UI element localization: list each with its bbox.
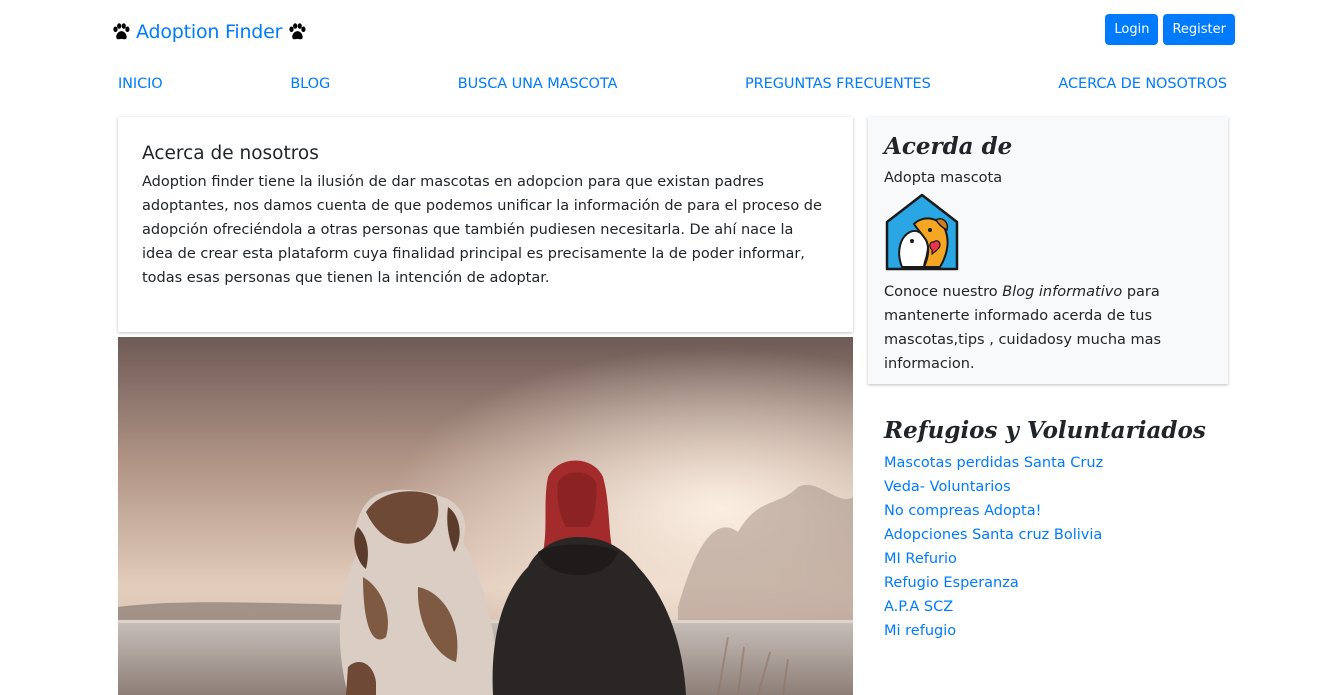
list-item: MI Refurio [884,546,1224,570]
sidebar-description: Conoce nuestro Blog informativo para man… [884,284,1162,372]
list-item: A.P.A SCZ [884,594,1224,618]
auth-buttons: Login Register [1105,14,1235,45]
nav-item-inicio[interactable]: INICIO [118,76,163,92]
paw-icon [113,23,130,40]
refugio-link[interactable]: Veda- Voluntarios [884,479,1011,495]
list-item: Refugio Esperanza [884,570,1224,594]
pet-house-logo-icon [885,193,959,271]
refugios-title: Refugios y Voluntariados [884,417,1206,444]
paw-icon [289,23,306,40]
sidebar-subtitle: Adopta mascota [884,170,1003,186]
nav-item-busca-mascota[interactable]: BUSCA UNA MASCOTA [458,76,618,92]
about-title: Acerca de nosotros [142,143,319,164]
about-sidebar-card: Acerda de Adopta mascota Conoce nuestro … [868,117,1228,384]
about-card: Acerca de nosotros Adoption finder tiene… [118,117,853,332]
refugio-link[interactable]: Mi refugio [884,623,956,639]
list-item: Veda- Voluntarios [884,474,1224,498]
brand-title: Adoption Finder [136,21,283,43]
login-button[interactable]: Login [1105,14,1159,45]
list-item: Mi refugio [884,618,1224,642]
brand-logo[interactable]: Adoption Finder [110,21,308,43]
refugio-link[interactable]: Mascotas perdidas Santa Cruz [884,455,1103,471]
blog-informativo-text: Blog informativo [1002,284,1123,300]
refugio-link[interactable]: MI Refurio [884,551,957,567]
dog-and-woman-image [118,337,853,695]
nav-item-preguntas-frecuentes[interactable]: PREGUNTAS FRECUENTES [745,76,931,92]
about-body: Adoption finder tiene la ilusión de dar … [142,174,822,286]
list-item: Mascotas perdidas Santa Cruz [884,450,1224,474]
refugios-list: Mascotas perdidas Santa Cruz Veda- Volun… [884,450,1224,642]
refugio-link[interactable]: A.P.A SCZ [884,599,953,615]
list-item: Adopciones Santa cruz Bolivia [884,522,1224,546]
refugios-section: Refugios y Voluntariados Mascotas perdid… [884,417,1224,642]
nav-item-acerca-de-nosotros[interactable]: ACERCA DE NOSOTROS [1058,76,1227,92]
refugio-link[interactable]: Adopciones Santa cruz Bolivia [884,527,1102,543]
list-item: No compreas Adopta! [884,498,1224,522]
hero-photo [118,337,853,695]
sidebar-title: Acerda de [884,133,1013,160]
nav-item-blog[interactable]: BLOG [290,76,330,92]
refugio-link[interactable]: Refugio Esperanza [884,575,1019,591]
refugio-link[interactable]: No compreas Adopta! [884,503,1041,519]
register-button[interactable]: Register [1163,14,1235,45]
main-nav: INICIO BLOG BUSCA UNA MASCOTA PREGUNTAS … [118,76,1227,92]
